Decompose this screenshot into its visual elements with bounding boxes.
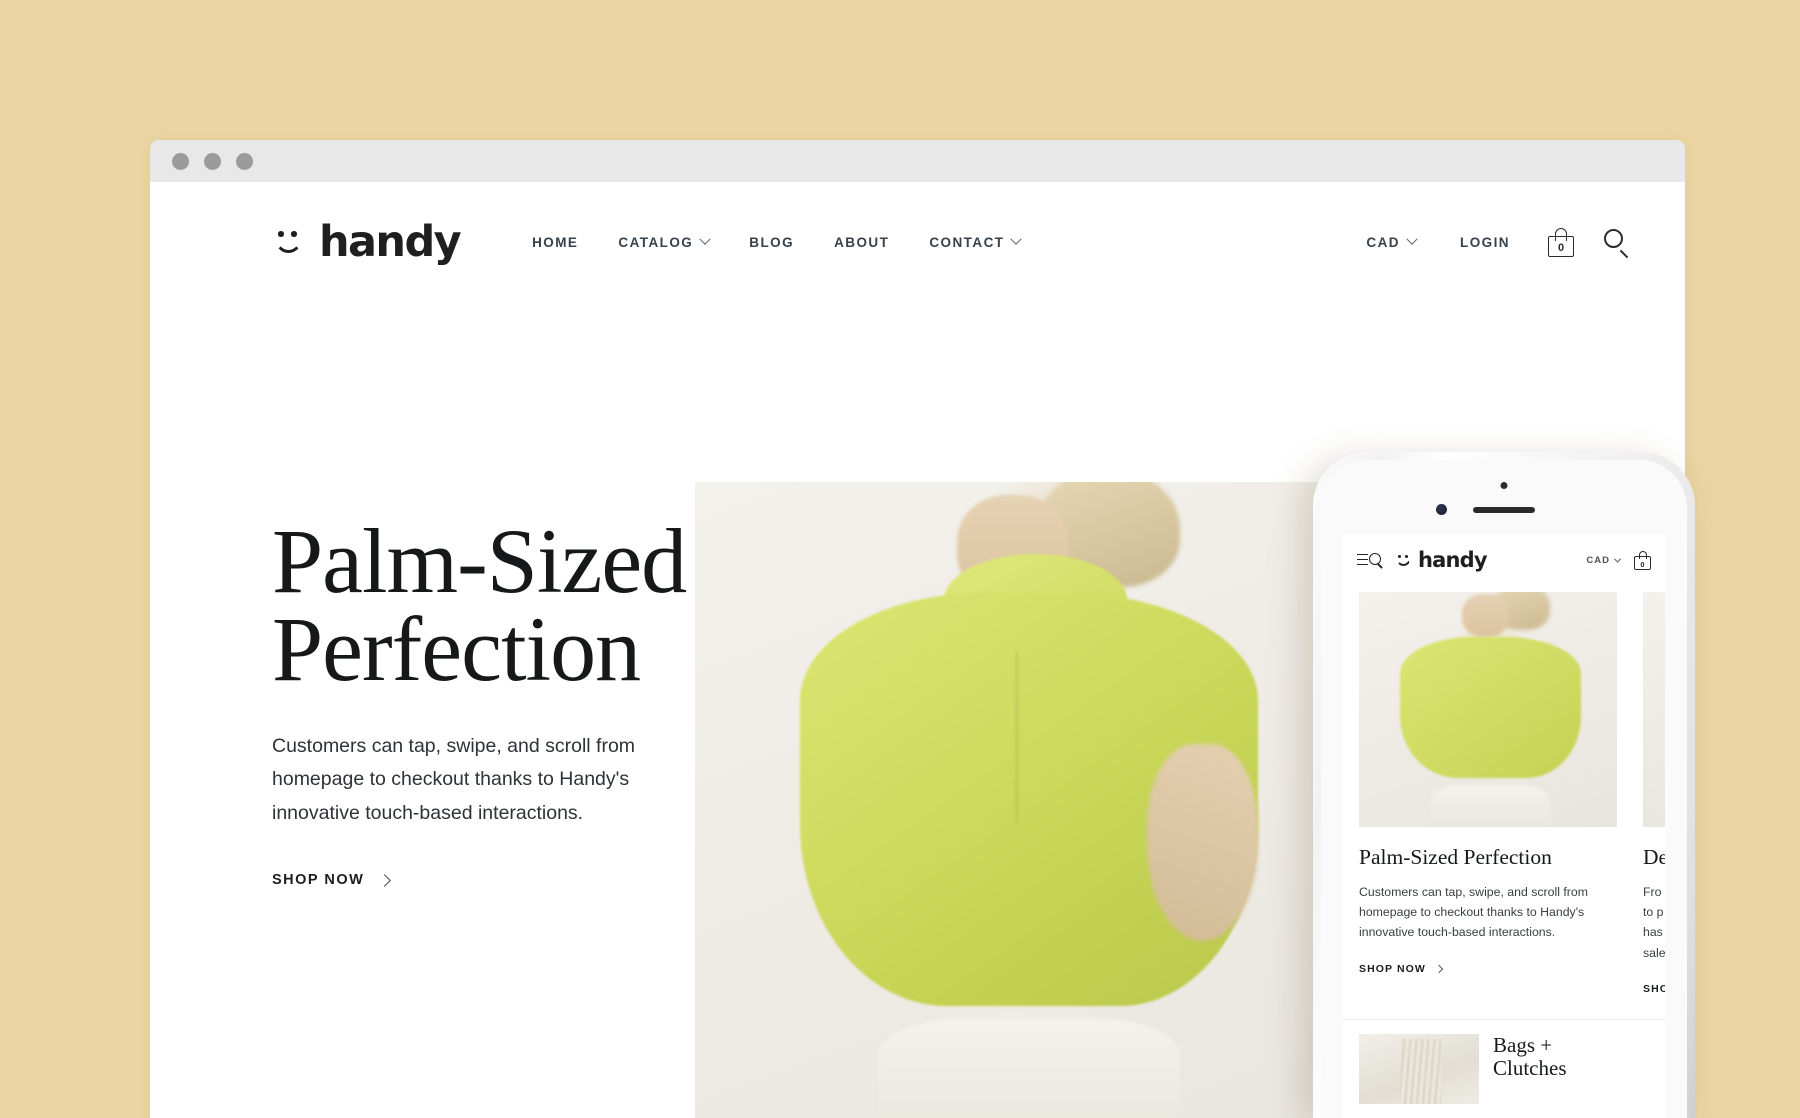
smiley-face-icon xyxy=(272,227,306,257)
phone-screen: handy CAD 0 Palm-Sized Perfection Custom… xyxy=(1343,534,1665,1118)
logo-wordmark: handy xyxy=(319,216,462,267)
category-line-2: Clutches xyxy=(1493,1056,1567,1081)
site-header: handy HOME CATALOG BLOG ABOUT CONTACT CA… xyxy=(150,182,1685,302)
currency-selector[interactable]: CAD xyxy=(1344,233,1438,250)
category-title: Bags + Clutches xyxy=(1493,1032,1567,1081)
chevron-right-icon xyxy=(1434,964,1444,973)
login-link[interactable]: LOGIN xyxy=(1438,235,1532,250)
nav-label: HOME xyxy=(532,234,579,250)
hero-copy: Palm-Sized Perfection Customers can tap,… xyxy=(272,515,742,889)
phone-shop-now-label: SHOP NOW xyxy=(1359,962,1426,975)
line: sale xyxy=(1643,945,1665,960)
phone-slider[interactable]: Palm-Sized Perfection Customers can tap,… xyxy=(1343,586,1665,997)
front-camera-icon xyxy=(1436,504,1447,515)
nav-label: CATALOG xyxy=(618,234,694,250)
nav-item-contact[interactable]: CONTACT xyxy=(909,233,1040,250)
phone-body: handy CAD 0 Palm-Sized Perfection Custom… xyxy=(1321,460,1687,1118)
phone-slide-paragraph: Customers can tap, swipe, and scroll fro… xyxy=(1359,884,1588,940)
nav-label: BLOG xyxy=(749,234,795,250)
phone-slide-image xyxy=(1643,592,1665,827)
smiley-face-icon xyxy=(1395,553,1412,568)
nav-item-catalog[interactable]: CATALOG xyxy=(598,233,729,250)
hero-title-line-1: Palm-Sized xyxy=(272,510,687,612)
phone-slide-copy: De Fro to p has sale SHO xyxy=(1643,827,1665,997)
line: Fro xyxy=(1643,884,1662,899)
chevron-down-icon xyxy=(1010,233,1023,245)
main-navigation: HOME CATALOG BLOG ABOUT CONTACT xyxy=(512,233,1040,250)
proximity-sensor-icon xyxy=(1500,482,1508,489)
nav-item-home[interactable]: HOME xyxy=(512,235,598,250)
hero-image xyxy=(695,482,1350,1118)
phone-logo-wordmark: handy xyxy=(1418,547,1488,572)
phone-slide-copy: Palm-Sized Perfection Customers can tap,… xyxy=(1343,827,1643,977)
line: has xyxy=(1643,925,1663,940)
phone-currency-label: CAD xyxy=(1586,554,1610,566)
site-logo[interactable]: handy xyxy=(272,216,462,267)
phone-cart-icon[interactable]: 0 xyxy=(1634,550,1651,570)
nav-item-about[interactable]: ABOUT xyxy=(814,235,909,250)
cart-icon[interactable]: 0 xyxy=(1548,227,1574,257)
login-label: LOGIN xyxy=(1460,234,1510,250)
window-minimize-dot[interactable] xyxy=(204,152,221,170)
phone-slide-2: De Fro to p has sale SHO xyxy=(1643,586,1665,997)
chevron-right-icon xyxy=(378,873,392,887)
phone-slide-title: Palm-Sized Perfection xyxy=(1359,845,1552,869)
category-line-1: Bags + xyxy=(1493,1032,1553,1057)
nav-label: CONTACT xyxy=(929,234,1005,250)
search-ring xyxy=(1604,228,1623,248)
cart-count: 0 xyxy=(1557,242,1565,254)
shop-now-label: SHOP NOW xyxy=(272,872,365,889)
phone-currency-selector[interactable]: CAD xyxy=(1586,554,1622,566)
phone-slide-image xyxy=(1359,592,1617,827)
window-maximize-dot[interactable] xyxy=(236,152,253,170)
phone-category-section[interactable]: Bags + Clutches xyxy=(1343,1020,1665,1104)
phone-shop-now-button[interactable]: SHO xyxy=(1643,983,1665,995)
search-icon[interactable] xyxy=(1604,228,1631,258)
phone-shop-now-button[interactable]: SHOP NOW xyxy=(1359,962,1444,975)
earpiece-speaker-icon xyxy=(1473,507,1535,513)
phone-slide-title: De xyxy=(1643,845,1665,869)
phone-slide-paragraph: Fro to p has sale xyxy=(1643,882,1665,963)
page-title: Palm-Sized Perfection xyxy=(272,515,742,695)
chevron-down-icon xyxy=(699,233,711,245)
search-handle xyxy=(1619,249,1629,258)
nav-item-blog[interactable]: BLOG xyxy=(729,235,814,250)
phone-shop-now-label: SHO xyxy=(1643,982,1665,995)
currency-label: CAD xyxy=(1366,234,1400,250)
hero-title-line-2: Perfection xyxy=(272,598,641,701)
chevron-down-icon xyxy=(1406,233,1418,245)
phone-site-header: handy CAD 0 xyxy=(1343,534,1665,586)
browser-titlebar xyxy=(150,140,1685,182)
phone-cart-count: 0 xyxy=(1640,560,1645,569)
window-close-dot[interactable] xyxy=(172,152,189,170)
header-utility-group: CAD LOGIN 0 xyxy=(1344,227,1631,258)
category-thumbnail xyxy=(1359,1033,1479,1104)
menu-search-icon[interactable] xyxy=(1357,552,1383,569)
phone-slide-1: Palm-Sized Perfection Customers can tap,… xyxy=(1343,586,1643,997)
chevron-down-icon xyxy=(1613,555,1622,563)
shop-now-button[interactable]: SHOP NOW xyxy=(272,872,392,889)
hero-paragraph: Customers can tap, swipe, and scroll fro… xyxy=(272,734,636,824)
phone-mockup: handy CAD 0 Palm-Sized Perfection Custom… xyxy=(1313,452,1695,1118)
phone-site-logo[interactable]: handy xyxy=(1395,547,1488,572)
phone-utility-group: CAD 0 xyxy=(1586,550,1651,570)
nav-label: ABOUT xyxy=(834,234,890,250)
line: to p xyxy=(1643,905,1664,919)
